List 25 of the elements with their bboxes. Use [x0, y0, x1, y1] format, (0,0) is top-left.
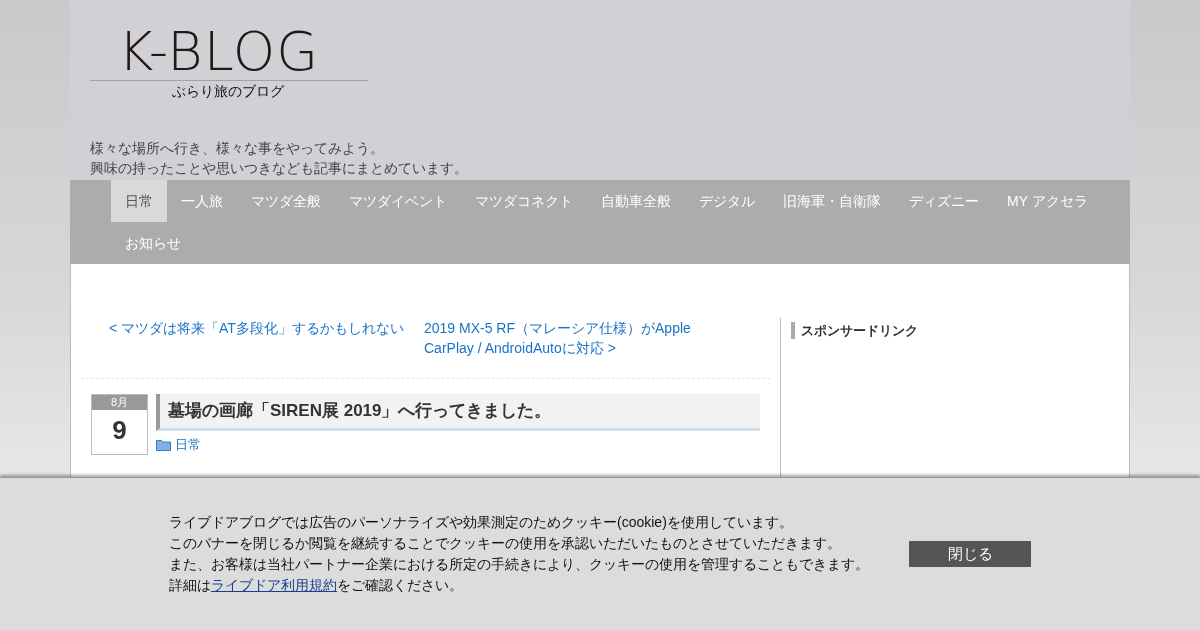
- folder-icon: [156, 438, 171, 451]
- nav-tab[interactable]: 日常: [111, 180, 167, 222]
- nav-tab[interactable]: 一人旅: [167, 180, 237, 222]
- nav-tab[interactable]: マツダ全般: [237, 180, 335, 222]
- blog-logo[interactable]: K-BLOG ぶらり旅のブログ: [90, 24, 368, 101]
- nav-tab[interactable]: マツダコネクト: [461, 180, 587, 222]
- nav-tab[interactable]: マツダイベント: [335, 180, 461, 222]
- post-title: 墓場の画廊「SIREN展 2019」へ行ってきました。: [156, 394, 760, 431]
- sidebar-heading: スポンサードリンク: [791, 322, 1119, 339]
- tagline-text: 興味の持ったことや思いつきなども記事にまとめています。: [90, 159, 469, 178]
- nav-tab[interactable]: デジタル: [685, 180, 769, 222]
- category-link[interactable]: 日常: [175, 435, 201, 455]
- post-month: 8月: [92, 395, 147, 410]
- nav-tab[interactable]: MY アクセラ: [993, 180, 1102, 222]
- next-post-link[interactable]: 2019 MX-5 RF（マレーシア仕様）がApple CarPlay / AndroidAutoに対応 >: [424, 318, 714, 358]
- previous-post-link[interactable]: < マツダは将来「AT多段化」するかもしれない: [109, 318, 424, 358]
- nav-tab[interactable]: お知らせ: [111, 222, 195, 264]
- cookie-notice: ライブドアブログでは広告のパーソナライズや効果測定のためクッキー(cookie)を使用しています。 このバナーを閉じるか閲覧を継続することでクッキーの使用を承認いただいたものとさせていただきます。 また、お客様は当社パートナー企業における所定の手続きにより、クッキーの使用を管理することもできます。 詳細はライブドア利用規約をご確認ください。: [169, 513, 869, 595]
- terms-link[interactable]: ライブドア利用規約: [211, 577, 337, 593]
- nav-tab[interactable]: ディズニー: [895, 180, 993, 222]
- nav-tab[interactable]: 自動車全般: [587, 180, 685, 222]
- close-button[interactable]: 閉じる: [909, 541, 1031, 567]
- tagline-text: 様々な場所へ行き、様々な事をやってみよう。: [90, 139, 385, 158]
- nav-tab[interactable]: 旧海軍・自衛隊: [769, 180, 895, 222]
- post-day: 9: [92, 410, 147, 450]
